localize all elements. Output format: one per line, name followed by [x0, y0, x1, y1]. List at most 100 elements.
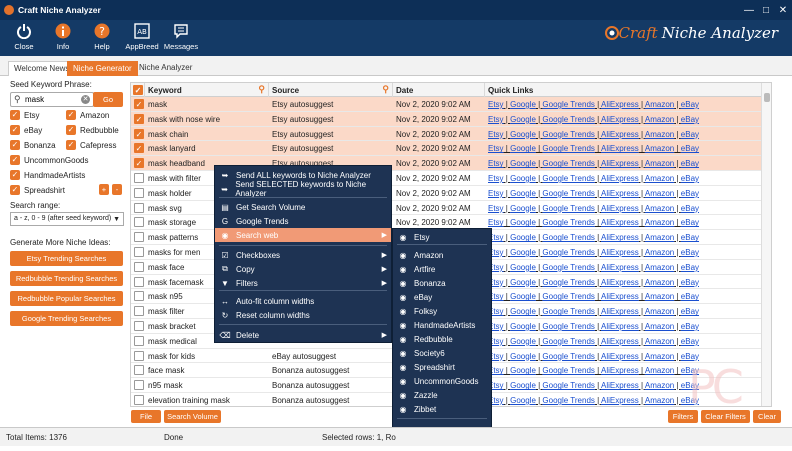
submenu-item-amazon[interactable]: ◉ Amazon	[393, 248, 491, 262]
quick-link[interactable]: AliExpress	[601, 307, 639, 316]
quick-link[interactable]: Google	[510, 100, 536, 109]
checkbox-spreadshirt[interactable]: ✓ Spreadshirt	[10, 185, 65, 195]
submenu-item-redbubble[interactable]: ◉ Redbubble	[393, 332, 491, 346]
quick-link[interactable]: Etsy	[488, 218, 504, 227]
menu-item-google-trends[interactable]: G Google Trends	[215, 214, 391, 228]
quick-link[interactable]: eBay	[681, 189, 699, 198]
row-checkbox[interactable]: ✓	[134, 99, 144, 109]
quick-link[interactable]: eBay	[681, 233, 699, 242]
google-trending-button[interactable]: Google Trending Searches	[10, 311, 123, 326]
quick-link[interactable]: Google	[510, 307, 536, 316]
go-button[interactable]: Go	[93, 92, 123, 107]
quick-link[interactable]: Google	[510, 366, 536, 375]
submenu-item-society6[interactable]: ◉ Society6	[393, 346, 491, 360]
menu-item-get-search-volume[interactable]: ▤ Get Search Volume	[215, 200, 391, 214]
quick-link[interactable]: Amazon	[645, 366, 674, 375]
quick-link[interactable]: AliExpress	[601, 218, 639, 227]
scroll-thumb[interactable]	[764, 93, 770, 102]
source-header[interactable]: Source ⚲	[269, 83, 393, 97]
links-header[interactable]: Quick Links	[485, 83, 763, 97]
vertical-scrollbar[interactable]	[761, 83, 771, 406]
submenu-item-handmadeartists[interactable]: ◉ HandmadeArtists	[393, 318, 491, 332]
quick-link[interactable]: Google	[510, 352, 536, 361]
quick-link[interactable]: AliExpress	[601, 337, 639, 346]
quick-link[interactable]: Amazon	[645, 381, 674, 390]
quick-link[interactable]: Google Trends	[542, 366, 594, 375]
quick-link[interactable]: Etsy	[488, 159, 504, 168]
quick-link[interactable]: Etsy	[488, 189, 504, 198]
select-all-checkbox[interactable]: ✓	[131, 83, 145, 97]
quick-link[interactable]: AliExpress	[601, 248, 639, 257]
quick-link[interactable]: Etsy	[488, 174, 504, 183]
row-checkbox[interactable]	[134, 306, 144, 317]
quick-link[interactable]: Amazon	[645, 263, 674, 272]
checkbox-uncommongoods[interactable]: ✓ UncommonGoods	[10, 155, 88, 165]
row-checkbox[interactable]	[134, 232, 144, 243]
quick-link[interactable]: AliExpress	[601, 204, 639, 213]
checkbox-cafepress[interactable]: ✓ Cafepress	[66, 140, 116, 150]
quick-link[interactable]: Google Trends	[542, 292, 594, 301]
quick-link[interactable]: eBay	[681, 100, 699, 109]
tab-niche-generator[interactable]: Niche Generator	[67, 61, 138, 76]
quick-link[interactable]: eBay	[681, 322, 699, 331]
quick-link[interactable]: eBay	[681, 248, 699, 257]
quick-link[interactable]: Google Trends	[542, 352, 594, 361]
quick-link[interactable]: Google	[510, 204, 536, 213]
quick-link[interactable]: eBay	[681, 263, 699, 272]
row-checkbox[interactable]	[134, 291, 144, 302]
quick-link[interactable]: AliExpress	[601, 115, 639, 124]
quick-link[interactable]: Google Trends	[542, 233, 594, 242]
remove-site-button[interactable]: -	[112, 184, 122, 195]
search-icon[interactable]: ⚲	[382, 84, 389, 95]
quick-link[interactable]: Google	[510, 381, 536, 390]
quick-link[interactable]: Google	[510, 337, 536, 346]
quick-link[interactable]: Google Trends	[542, 144, 594, 153]
row-checkbox[interactable]	[134, 261, 144, 272]
submenu-item-ebay[interactable]: ◉ eBay	[393, 290, 491, 304]
messages-button[interactable]: Messages	[158, 22, 204, 51]
quick-link[interactable]: Etsy	[488, 100, 504, 109]
row-checkbox[interactable]	[134, 365, 144, 376]
clear-button[interactable]: Clear	[753, 410, 781, 423]
quick-link[interactable]: AliExpress	[601, 174, 639, 183]
quick-link[interactable]: Google Trends	[542, 115, 594, 124]
quick-link[interactable]: Amazon	[645, 396, 674, 405]
quick-link[interactable]: Etsy	[488, 130, 504, 139]
clear-icon[interactable]: ✕	[81, 95, 90, 104]
quick-link[interactable]: Amazon	[645, 307, 674, 316]
quick-link[interactable]: Google	[510, 278, 536, 287]
menu-item-send-selected-keywords-to-niche-analyzer[interactable]: ➥ Send SELECTED keywords to Niche Analyze…	[215, 180, 391, 198]
quick-link[interactable]: Google Trends	[542, 337, 594, 346]
quick-link[interactable]: Amazon	[645, 204, 674, 213]
quick-link[interactable]: Google Trends	[542, 100, 594, 109]
checkbox-ebay[interactable]: ✓ eBay	[10, 125, 42, 135]
quick-link[interactable]: AliExpress	[601, 352, 639, 361]
quick-link[interactable]: eBay	[681, 174, 699, 183]
menu-item-auto-fit-column-widths[interactable]: ↔ Auto-fit column widths	[215, 294, 391, 308]
table-row[interactable]: ✓ mask lanyard Etsy autosuggest Nov 2, 2020…	[131, 141, 771, 157]
quick-link[interactable]: Google	[510, 115, 536, 124]
menu-item-delete[interactable]: ⌫ Delete ▶	[215, 328, 391, 342]
quick-link[interactable]: Amazon	[645, 130, 674, 139]
keyword-header[interactable]: Keyword ⚲	[145, 83, 269, 97]
submenu-item-zazzle[interactable]: ◉ Zazzle	[393, 388, 491, 402]
quick-link[interactable]: Google	[510, 233, 536, 242]
row-checkbox[interactable]: ✓	[134, 143, 144, 154]
table-row[interactable]: ✓ mask chain Etsy autosuggest Nov 2, 2020 9…	[131, 126, 771, 142]
menu-item-reset-column-widths[interactable]: ↻ Reset column widths	[215, 308, 391, 322]
quick-link[interactable]: Amazon	[645, 100, 674, 109]
quick-link[interactable]: Amazon	[645, 144, 674, 153]
close-window-button[interactable]: ✕	[774, 0, 792, 20]
submenu-item-folksy[interactable]: ◉ Folksy	[393, 304, 491, 318]
row-checkbox[interactable]	[134, 217, 144, 228]
quick-link[interactable]: Amazon	[645, 278, 674, 287]
checkbox-redbubble[interactable]: ✓ Redbubble	[66, 125, 119, 135]
table-row[interactable]: ✓ mask with nose wire Etsy autosuggest Nov …	[131, 111, 771, 127]
quick-link[interactable]: Amazon	[645, 337, 674, 346]
submenu-item-artfire[interactable]: ◉ Artfire	[393, 262, 491, 276]
quick-link[interactable]: Google	[510, 292, 536, 301]
quick-link[interactable]: Amazon	[645, 352, 674, 361]
quick-link[interactable]: AliExpress	[601, 381, 639, 390]
table-row[interactable]: ✓ mask Etsy autosuggest Nov 2, 2020 9:02 AM…	[131, 97, 771, 112]
quick-link[interactable]: Google	[510, 263, 536, 272]
